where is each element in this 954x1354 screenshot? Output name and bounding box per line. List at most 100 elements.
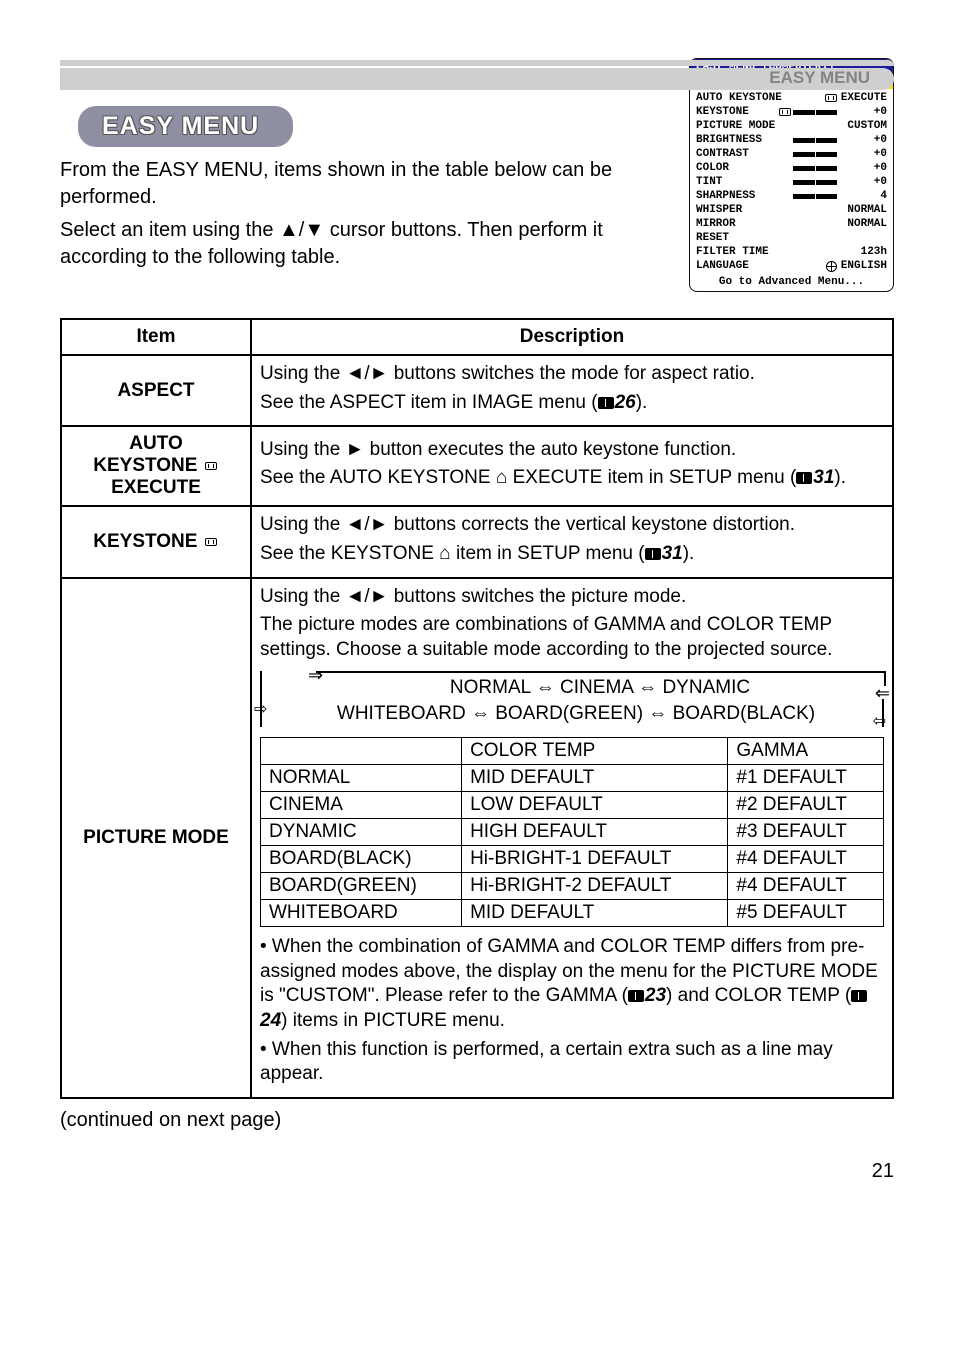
easy-menu-table: Item Description ASPECT Using the ◄/► bu…	[60, 318, 894, 1099]
desc-keystone: Using the ◄/► buttons corrects the verti…	[251, 506, 893, 577]
keystone-line1: Using the ◄/► buttons corrects the verti…	[260, 513, 884, 538]
slider-bar	[793, 166, 837, 171]
inner-ct: MID DEFAULT	[462, 899, 728, 926]
osd-lang-label: LANGUAGE	[696, 259, 824, 273]
aspect-line2: See the ASPECT item in IMAGE menu (26).	[260, 391, 884, 416]
intro-paragraph-2: Select an item using the ▲/▼ cursor butt…	[60, 217, 673, 271]
inner-name: WHITEBOARD	[261, 899, 462, 926]
item-autokeystone: AUTO KEYSTONE EXECUTE	[61, 426, 251, 506]
osd-keystone-val: +0	[839, 105, 887, 119]
inner-name: NORMAL	[261, 764, 462, 791]
autokey-line2: See the AUTO KEYSTONE ⌂ EXECUTE item in …	[260, 466, 884, 491]
osd-tint-label: TINT	[696, 175, 793, 189]
picture-mode-inner-table: COLOR TEMP GAMMA NORMALMID DEFAULT#1 DEF…	[260, 737, 884, 927]
osd-autokey-label: AUTO KEYSTONE	[696, 91, 823, 105]
osd-screenshot: EASY MENU [COMPUTER1] ASPECT ◄ 4:3 ► AUT…	[689, 58, 894, 292]
inner-gm: #3 DEFAULT	[728, 818, 884, 845]
osd-reset-label: RESET	[696, 231, 887, 245]
item-keystone: KEYSTONE	[61, 506, 251, 577]
inner-name: BOARD(GREEN)	[261, 872, 462, 899]
page-number: 21	[60, 1160, 894, 1183]
inner-gm: #5 DEFAULT	[728, 899, 884, 926]
cycle-arrow-icon: ⇒	[308, 665, 323, 686]
slider-bar	[793, 138, 837, 143]
osd-sharp-val: 4	[839, 189, 887, 203]
osd-contrast-val: +0	[839, 147, 887, 161]
aspect-line1: Using the ◄/► buttons switches the mode …	[260, 362, 884, 387]
table-row: CINEMALOW DEFAULT#2 DEFAULT	[261, 791, 884, 818]
aspect-l2-post: ).	[636, 392, 648, 413]
osd-picmode-label: PICTURE MODE	[696, 119, 839, 133]
cycle-row2-text: WHITEBOARD ⇔ BOARD(GREEN) ⇔ BOARD(BLACK)	[337, 703, 815, 724]
inner-gm: #4 DEFAULT	[728, 845, 884, 872]
keystone-icon	[825, 94, 837, 102]
slider-bar	[793, 152, 837, 157]
book-icon	[645, 548, 661, 560]
book-icon	[598, 397, 614, 409]
osd-color-label: COLOR	[696, 161, 793, 175]
osd-filter-label: FILTER TIME	[696, 245, 839, 259]
table-row: DYNAMICHIGH DEFAULT#3 DEFAULT	[261, 818, 884, 845]
note1-post: ) items in PICTURE menu.	[281, 1010, 505, 1031]
book-icon	[796, 472, 812, 484]
book-icon	[851, 990, 867, 1002]
table-row: WHITEBOARDMID DEFAULT#5 DEFAULT	[261, 899, 884, 926]
picmode-p1: Using the ◄/► buttons switches the pictu…	[260, 585, 884, 610]
osd-bright-val: +0	[839, 133, 887, 147]
keystone-line2: See the KEYSTONE ⌂ item in SETUP menu (3…	[260, 542, 884, 567]
osd-color-val: +0	[839, 161, 887, 175]
osd-lang-val: ENGLISH	[839, 259, 887, 273]
book-icon	[628, 990, 644, 1002]
inner-gm: #1 DEFAULT	[728, 764, 884, 791]
note1-ref2: 24	[260, 1010, 281, 1031]
keystone-icon	[779, 108, 791, 116]
osd-keystone-label: KEYSTONE	[696, 105, 777, 119]
note1-mid: ) and COLOR TEMP (	[666, 985, 851, 1006]
picmode-p2: The picture modes are combinations of GA…	[260, 613, 884, 662]
desc-autokeystone: Using the ► button executes the auto key…	[251, 426, 893, 506]
osd-tint-val: +0	[839, 175, 887, 189]
intro-paragraph-1: From the EASY MENU, items shown in the t…	[60, 157, 673, 211]
inner-gm: #4 DEFAULT	[728, 872, 884, 899]
inner-gm: #2 DEFAULT	[728, 791, 884, 818]
osd-whisper-label: WHISPER	[696, 203, 839, 217]
inner-ct-header: COLOR TEMP	[462, 737, 728, 764]
desc-aspect: Using the ◄/► buttons switches the mode …	[251, 355, 893, 426]
inner-ct: LOW DEFAULT	[462, 791, 728, 818]
page-title: EASY MENU	[78, 106, 293, 147]
osd-filter-val: 123h	[839, 245, 887, 259]
keystone-name: KEYSTONE	[93, 531, 197, 552]
col-desc-header: Description	[251, 319, 893, 355]
keystone-icon	[205, 538, 217, 546]
autokey-ref: 31	[813, 467, 834, 488]
picture-mode-cycle: ⇒ NORMAL ⇔ CINEMA ⇔ DYNAMIC ⇐ ⇨ WHITEBOA…	[260, 671, 884, 727]
inner-ct: MID DEFAULT	[462, 764, 728, 791]
cycle-arrow-icon: ⇨	[254, 699, 267, 719]
desc-picture-mode: Using the ◄/► buttons switches the pictu…	[251, 578, 893, 1098]
osd-footer: Go to Advanced Menu...	[690, 275, 893, 291]
autokey-n2: KEYSTONE	[93, 455, 197, 476]
item-picture-mode: PICTURE MODE	[61, 578, 251, 1098]
osd-contrast-label: CONTRAST	[696, 147, 793, 161]
osd-whisper-val: NORMAL	[839, 203, 887, 217]
inner-ct: HIGH DEFAULT	[462, 818, 728, 845]
aspect-ref: 26	[615, 392, 636, 413]
osd-picmode-val: CUSTOM	[839, 119, 887, 133]
inner-name: DYNAMIC	[261, 818, 462, 845]
cycle-row1-text: NORMAL ⇔ CINEMA ⇔ DYNAMIC	[450, 677, 750, 698]
autokey-n1: AUTO	[129, 433, 182, 454]
picmode-note1: • When the combination of GAMMA and COLO…	[260, 935, 884, 1034]
keystone-ref: 31	[662, 543, 683, 564]
osd-autokey-val: EXECUTE	[839, 91, 887, 105]
osd-sharp-label: SHARPNESS	[696, 189, 793, 203]
inner-gm-header: GAMMA	[728, 737, 884, 764]
note1-ref1: 23	[645, 985, 666, 1006]
table-row: NORMALMID DEFAULT#1 DEFAULT	[261, 764, 884, 791]
autokey-n3: EXECUTE	[111, 477, 201, 498]
cycle-arrow-icon: ⇦	[873, 711, 886, 731]
item-aspect: ASPECT	[61, 355, 251, 426]
osd-mirror-label: MIRROR	[696, 217, 839, 231]
inner-ct: Hi-BRIGHT-2 DEFAULT	[462, 872, 728, 899]
slider-bar	[793, 110, 837, 115]
table-row: BOARD(BLACK)Hi-BRIGHT-1 DEFAULT#4 DEFAUL…	[261, 845, 884, 872]
